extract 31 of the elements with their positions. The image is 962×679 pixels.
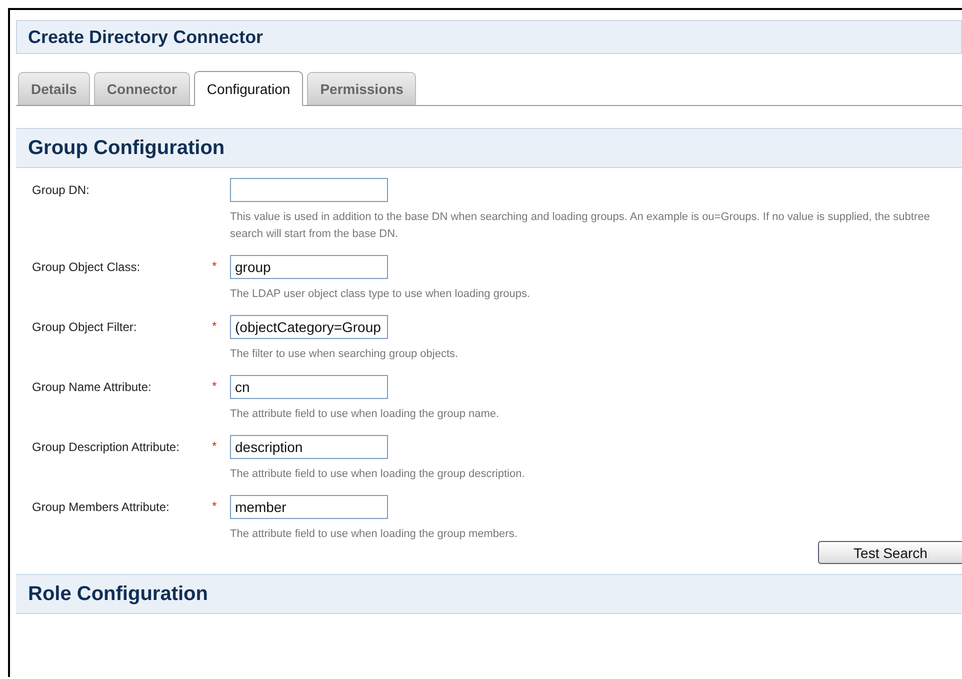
field-label: Group Object Filter:: [32, 319, 138, 334]
input-field[interactable]: member: [230, 495, 388, 519]
field-label: Group DN:: [32, 182, 90, 197]
section-header: Role Configuration: [16, 574, 962, 614]
help-text: This value is used in addition to the base DN when searching and loading groups. An example is ou=Groups. If no value is supplied, the subtree search will start from the base DN.: [230, 210, 931, 242]
required-mark: *: [212, 258, 218, 273]
field-label: Group Description Attribute:: [32, 439, 180, 454]
section-header: Group Configuration: [16, 128, 962, 168]
help-text: The filter to use when searching group objects.: [230, 347, 460, 362]
input-field[interactable]: description: [230, 435, 388, 459]
help-text: The attribute field to use when loading the group members.: [230, 527, 518, 542]
tab[interactable]: Connector: [94, 72, 190, 105]
tab[interactable]: Details: [18, 72, 90, 105]
field-label: Group Object Class:: [32, 259, 142, 274]
field-label: Group Members Attribute:: [32, 499, 170, 514]
required-mark: *: [212, 498, 218, 513]
test-search-button[interactable]: Test Search: [818, 541, 962, 564]
tab[interactable]: Configuration: [194, 71, 304, 106]
help-text: The attribute field to use when loading the group description.: [230, 467, 526, 482]
page-title: Create Directory Connector: [16, 20, 962, 54]
input-field[interactable]: group: [230, 255, 388, 279]
field-label: Group Name Attribute:: [32, 379, 152, 394]
input-field[interactable]: cn: [230, 375, 388, 399]
help-text: The LDAP user object class type to use when loading groups.: [230, 287, 532, 302]
required-mark: *: [212, 378, 218, 393]
required-mark: *: [212, 318, 218, 333]
input-field[interactable]: [230, 178, 388, 202]
tab[interactable]: Permissions: [307, 72, 416, 105]
help-text: The attribute field to use when loading the group name.: [230, 407, 500, 422]
required-mark: *: [212, 438, 218, 453]
input-field[interactable]: (objectCategory=Group: [230, 315, 388, 339]
